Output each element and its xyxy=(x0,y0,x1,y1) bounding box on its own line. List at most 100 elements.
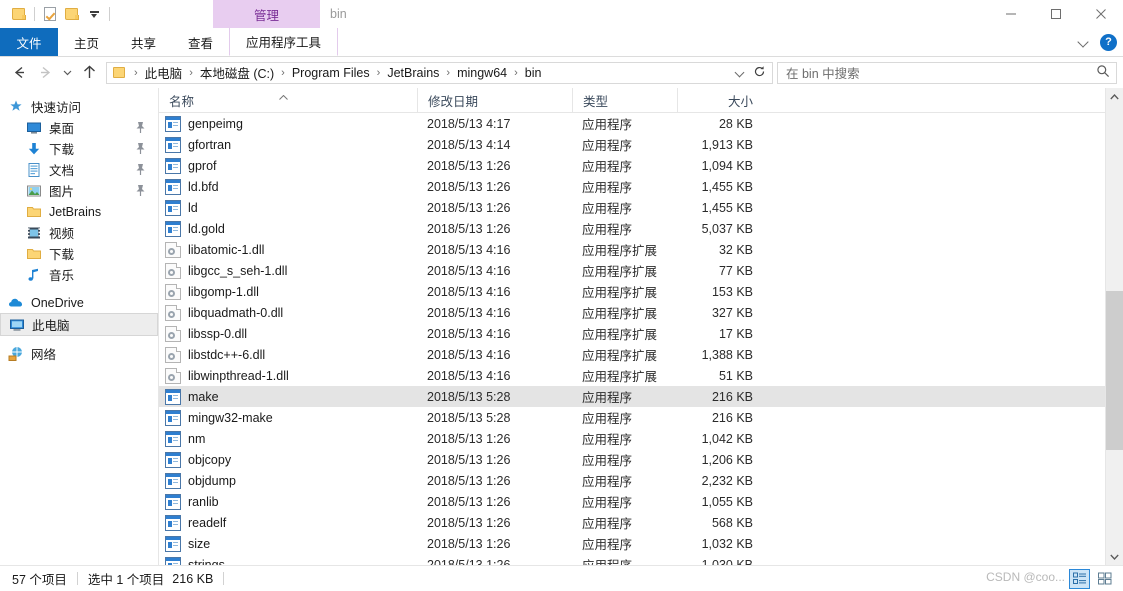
table-row[interactable]: libquadmath-0.dll 2018/5/13 4:16 应用程序扩展 327… xyxy=(159,302,1105,323)
sidebar-item-this-pc[interactable]: 此电脑 xyxy=(0,313,158,336)
table-row[interactable]: ld.gold 2018/5/13 1:26 应用程序 5,037 KB xyxy=(159,218,1105,239)
pin-icon[interactable] xyxy=(135,163,146,179)
tab-file[interactable]: 文件 xyxy=(0,28,58,56)
pin-icon[interactable] xyxy=(135,121,146,137)
dll-icon xyxy=(165,346,181,363)
breadcrumb-item-mingw64[interactable]: mingw64 xyxy=(455,66,509,80)
help-icon[interactable]: ? xyxy=(1100,33,1117,51)
file-name-cell: ld xyxy=(159,197,417,218)
table-row[interactable]: gfortran 2018/5/13 4:14 应用程序 1,913 KB xyxy=(159,134,1105,155)
table-row[interactable]: readelf 2018/5/13 1:26 应用程序 568 KB xyxy=(159,512,1105,533)
sidebar-item-music[interactable]: 音乐 xyxy=(0,264,158,285)
table-row[interactable]: size 2018/5/13 1:26 应用程序 1,032 KB xyxy=(159,533,1105,554)
file-type-cell: 应用程序 xyxy=(582,391,633,405)
sidebar-item-onedrive[interactable]: OneDrive xyxy=(0,292,158,313)
exe-icon xyxy=(165,409,181,426)
scroll-up-icon[interactable] xyxy=(1106,88,1123,105)
minimize-icon[interactable] xyxy=(988,0,1033,28)
back-arrow-icon[interactable] xyxy=(6,60,32,86)
contextual-tab-header[interactable]: 管理 xyxy=(213,0,320,28)
table-row[interactable]: ld.bfd 2018/5/13 1:26 应用程序 1,455 KB xyxy=(159,176,1105,197)
tab-home[interactable]: 主页 xyxy=(58,28,115,56)
dll-icon xyxy=(165,325,181,342)
refresh-icon[interactable] xyxy=(753,65,766,81)
folder-icon xyxy=(26,246,42,262)
file-name-label: libquadmath-0.dll xyxy=(188,305,284,320)
breadcrumb-item-program-files[interactable]: Program Files xyxy=(290,66,372,80)
scroll-down-icon[interactable] xyxy=(1106,548,1123,565)
file-name-label: gprof xyxy=(188,158,217,173)
file-type-cell: 应用程序扩展 xyxy=(582,370,658,384)
close-icon[interactable] xyxy=(1078,0,1123,28)
file-size-cell: 1,094 KB xyxy=(701,158,753,173)
sidebar-item-jetbrains[interactable]: JetBrains xyxy=(0,201,158,222)
column-header-type[interactable]: 类型 xyxy=(572,88,677,112)
sidebar-item-downloads-folder[interactable]: 下载 xyxy=(0,243,158,264)
sidebar-item-quick-access[interactable]: 快速访问 xyxy=(0,96,158,117)
table-row[interactable]: mingw32-make 2018/5/13 5:28 应用程序 216 KB xyxy=(159,407,1105,428)
dll-icon xyxy=(165,241,181,258)
file-name-label: ld xyxy=(188,200,198,215)
breadcrumb-item-bin[interactable]: bin xyxy=(523,66,544,80)
sidebar-item-network[interactable]: 网络 xyxy=(0,343,158,364)
table-row[interactable]: libssp-0.dll 2018/5/13 4:16 应用程序扩展 17 KB xyxy=(159,323,1105,344)
sidebar-item-videos[interactable]: 视频 xyxy=(0,222,158,243)
file-name-cell: make xyxy=(159,386,417,407)
pin-icon[interactable] xyxy=(135,184,146,200)
breadcrumb-item-jetbrains[interactable]: JetBrains xyxy=(385,66,441,80)
table-row[interactable]: objcopy 2018/5/13 1:26 应用程序 1,206 KB xyxy=(159,449,1105,470)
table-row[interactable]: libgomp-1.dll 2018/5/13 4:16 应用程序扩展 153 KB xyxy=(159,281,1105,302)
tab-application-tools[interactable]: 应用程序工具 xyxy=(229,28,339,56)
chevron-down-icon[interactable] xyxy=(735,68,745,78)
folder-icon[interactable] xyxy=(8,3,30,25)
exe-icon xyxy=(165,157,181,174)
breadcrumb-item-local-disk[interactable]: 本地磁盘 (C:) xyxy=(198,63,276,82)
column-header-name[interactable]: 名称 xyxy=(159,88,417,112)
tab-view[interactable]: 查看 xyxy=(172,28,229,56)
column-header-size[interactable]: 大小 xyxy=(677,88,765,112)
file-size-cell: 5,037 KB xyxy=(701,221,753,236)
table-row[interactable]: genpeimg 2018/5/13 4:17 应用程序 28 KB xyxy=(159,113,1105,134)
column-header-date[interactable]: 修改日期 xyxy=(417,88,572,112)
up-arrow-icon[interactable] xyxy=(76,60,102,86)
breadcrumb-item-this-pc[interactable]: 此电脑 xyxy=(143,63,185,82)
table-row[interactable]: libatomic-1.dll 2018/5/13 4:16 应用程序扩展 32 KB xyxy=(159,239,1105,260)
breadcrumb[interactable]: › 此电脑 › 本地磁盘 (C:) › Program Files › JetB… xyxy=(106,61,773,84)
search-icon[interactable] xyxy=(1096,64,1110,81)
table-row[interactable]: strings 2018/5/13 1:26 应用程序 1,030 KB xyxy=(159,554,1105,565)
sidebar-item-downloads[interactable]: 下载 xyxy=(0,138,158,159)
details-view-button[interactable] xyxy=(1069,568,1090,589)
properties-icon[interactable] xyxy=(39,3,61,25)
maximize-icon[interactable] xyxy=(1033,0,1078,28)
search-input[interactable]: 在 bin 中搜索 xyxy=(777,61,1117,84)
exe-icon xyxy=(165,388,181,405)
recent-locations-icon[interactable] xyxy=(58,60,76,86)
new-folder-icon[interactable] xyxy=(61,3,83,25)
scrollbar-thumb[interactable] xyxy=(1106,291,1123,450)
sidebar-item-pictures[interactable]: 图片 xyxy=(0,180,158,201)
sidebar-item-desktop[interactable]: 桌面 xyxy=(0,117,158,138)
table-row[interactable]: libwinpthread-1.dll 2018/5/13 4:16 应用程序扩展 5… xyxy=(159,365,1105,386)
sidebar-item-documents[interactable]: 文档 xyxy=(0,159,158,180)
large-icons-view-button[interactable] xyxy=(1094,569,1115,589)
table-row[interactable]: ranlib 2018/5/13 1:26 应用程序 1,055 KB xyxy=(159,491,1105,512)
table-row[interactable]: nm 2018/5/13 1:26 应用程序 1,042 KB xyxy=(159,428,1105,449)
pin-icon[interactable] xyxy=(135,142,146,158)
chevron-down-icon[interactable] xyxy=(1078,36,1090,48)
sidebar-item-label: OneDrive xyxy=(31,295,84,310)
column-header-name-label: 名称 xyxy=(169,94,195,109)
vertical-scrollbar[interactable] xyxy=(1105,88,1123,565)
tab-share[interactable]: 共享 xyxy=(115,28,172,56)
column-header-size-label: 大小 xyxy=(727,94,753,109)
breadcrumb-separator: › xyxy=(514,66,518,79)
file-rows: genpeimg 2018/5/13 4:17 应用程序 28 KB gfortran 2… xyxy=(159,113,1105,565)
table-row[interactable]: libstdc++-6.dll 2018/5/13 4:16 应用程序扩展 1,388… xyxy=(159,344,1105,365)
file-name-cell: genpeimg xyxy=(159,113,417,134)
table-row[interactable]: libgcc_s_seh-1.dll 2018/5/13 4:16 应用程序扩展 77… xyxy=(159,260,1105,281)
file-name-label: nm xyxy=(188,431,206,446)
customize-dropdown-icon[interactable] xyxy=(83,3,105,25)
table-row[interactable]: gprof 2018/5/13 1:26 应用程序 1,094 KB xyxy=(159,155,1105,176)
table-row[interactable]: ld 2018/5/13 1:26 应用程序 1,455 KB xyxy=(159,197,1105,218)
table-row[interactable]: objdump 2018/5/13 1:26 应用程序 2,232 KB xyxy=(159,470,1105,491)
table-row[interactable]: make 2018/5/13 5:28 应用程序 216 KB xyxy=(159,386,1105,407)
